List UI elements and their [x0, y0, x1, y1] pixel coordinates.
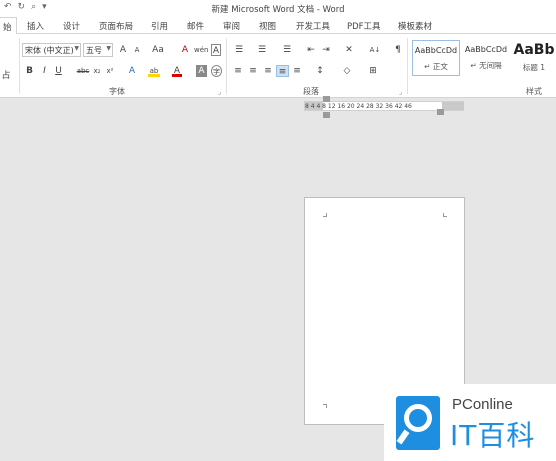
change-case-icon[interactable]: Aa: [151, 44, 165, 56]
tab-developer[interactable]: 开发工具: [296, 20, 330, 32]
clear-formatting-icon[interactable]: A: [180, 44, 190, 56]
magnifier-logo-icon: [396, 396, 440, 450]
font-dialog-launcher-icon[interactable]: ⌟: [218, 88, 221, 96]
style-sample: AaBbCcDd: [414, 46, 458, 55]
align-left-icon[interactable]: ≡: [232, 65, 244, 77]
title-bar: ↶ ↻ ⌕ ▾ 新建 Microsoft Word 文档 - Word: [0, 0, 556, 17]
shading-icon[interactable]: ◇: [340, 65, 354, 77]
style-heading-1[interactable]: AaBb 标题 1: [512, 40, 556, 76]
style-no-spacing[interactable]: AaBbCcDd ↵ 无间隔: [462, 40, 510, 76]
style-normal[interactable]: AaBbCcDd ↵ 正文: [412, 40, 460, 76]
line-spacing-icon[interactable]: ↕: [313, 65, 327, 77]
tab-home[interactable]: 始: [0, 17, 17, 34]
logo-circle: [404, 404, 432, 432]
superscript-icon[interactable]: x²: [105, 65, 115, 77]
tab-references[interactable]: 引用: [151, 20, 168, 32]
justify-icon[interactable]: ≡: [276, 65, 289, 77]
chinese-layout-icon[interactable]: ✕: [343, 44, 355, 56]
bold-icon[interactable]: B: [25, 65, 34, 77]
decrease-indent-icon[interactable]: ⇤: [305, 44, 317, 56]
italic-icon[interactable]: I: [40, 65, 49, 77]
borders-icon[interactable]: ⊞: [366, 65, 380, 77]
tab-page-layout[interactable]: 页面布局: [99, 20, 133, 32]
character-shading-icon[interactable]: A: [196, 65, 207, 77]
align-right-icon[interactable]: ≡: [262, 65, 274, 77]
margin-corner-mark: [323, 213, 327, 217]
character-border-icon[interactable]: A: [211, 44, 221, 56]
enclose-characters-icon[interactable]: 字: [211, 65, 222, 77]
style-name: ↵ 正文: [424, 62, 448, 71]
paragraph-dialog-launcher-icon[interactable]: ⌟: [399, 88, 402, 96]
font-name-combo[interactable]: 宋体 (中文正) ▼: [22, 43, 81, 57]
strikethrough-icon[interactable]: abc: [76, 65, 90, 77]
tab-design[interactable]: 设计: [63, 20, 80, 32]
font-color-icon[interactable]: A: [172, 65, 182, 77]
styles-group-label: 样式: [526, 87, 542, 96]
chevron-down-icon[interactable]: ▼: [74, 45, 79, 52]
window-title: 新建 Microsoft Word 文档 - Word: [211, 5, 345, 15]
numbering-icon[interactable]: ☰: [255, 44, 269, 56]
phonetic-guide-icon[interactable]: wén: [194, 44, 208, 56]
group-separator: [226, 38, 227, 94]
tab-pdf-tools[interactable]: PDF工具: [347, 20, 381, 32]
tab-view[interactable]: 视图: [259, 20, 276, 32]
watermark: PConline IT百科: [384, 384, 556, 461]
underline-icon[interactable]: U: [54, 65, 63, 77]
left-indent-marker[interactable]: [323, 112, 330, 118]
ribbon-tabs: 始 插入 设计 页面布局 引用 邮件 审阅 视图 开发工具 PDF工具 模板素材: [0, 17, 556, 34]
logo-handle: [396, 429, 410, 445]
group-separator: [407, 38, 408, 94]
right-indent-marker[interactable]: [437, 109, 444, 115]
text-effects-icon[interactable]: A: [127, 65, 137, 77]
group-separator: [19, 38, 20, 94]
style-name: ↵ 无间隔: [470, 61, 502, 70]
chevron-down-icon[interactable]: ▼: [106, 45, 111, 52]
sort-icon[interactable]: A↓: [369, 44, 381, 56]
grow-font-icon[interactable]: A: [118, 44, 128, 56]
margin-corner-mark: [323, 404, 327, 408]
font-size-combo[interactable]: 五号 ▼: [83, 43, 113, 57]
increase-indent-icon[interactable]: ⇥: [320, 44, 332, 56]
font-group-label: 字体: [109, 87, 125, 96]
subscript-icon[interactable]: x₂: [92, 65, 102, 77]
watermark-name: IT百科: [450, 419, 536, 452]
highlight-color-icon[interactable]: ab: [148, 65, 160, 77]
tab-insert[interactable]: 插入: [27, 20, 44, 32]
bullets-icon[interactable]: ☰: [232, 44, 246, 56]
style-sample: AaBb: [513, 42, 555, 58]
shrink-font-icon[interactable]: A: [132, 44, 142, 56]
style-sample: AaBbCcDd: [464, 45, 508, 54]
tab-mailings[interactable]: 邮件: [187, 20, 204, 32]
clipboard-partial-label[interactable]: 占: [0, 70, 12, 82]
distributed-icon[interactable]: ≡: [291, 65, 303, 77]
paragraph-group-label: 段落: [303, 87, 319, 96]
align-center-icon[interactable]: ≡: [247, 65, 259, 77]
show-marks-icon[interactable]: ¶: [393, 44, 403, 56]
font-name-value: 宋体 (中文正): [25, 46, 74, 55]
ribbon-home: 占 宋体 (中文正) ▼ 五号 ▼ A A Aa A wén A B I U a…: [0, 34, 556, 98]
first-line-indent-marker[interactable]: [323, 96, 330, 102]
margin-corner-mark: [443, 213, 447, 217]
style-name: 标题 1: [522, 63, 546, 72]
font-size-value: 五号: [86, 46, 102, 55]
tab-template-materials[interactable]: 模板素材: [398, 20, 432, 32]
watermark-brand: PConline: [452, 396, 513, 413]
multilevel-list-icon[interactable]: ☰: [280, 44, 294, 56]
tab-review[interactable]: 审阅: [223, 20, 240, 32]
